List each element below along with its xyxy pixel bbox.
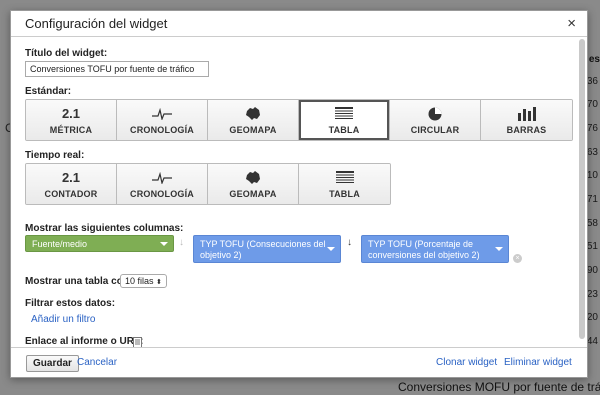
type-label: CRONOLOGÍA <box>130 124 194 135</box>
clone-widget-link[interactable]: Clonar widget <box>436 357 497 368</box>
rows-select-value: 10 filas <box>125 276 154 286</box>
map-icon <box>245 106 261 122</box>
dialog-footer: Guardar Cancelar Clonar widget Eliminar … <box>11 347 587 377</box>
type-button-realtime-timeline[interactable]: CRONOLOGÍA <box>117 164 208 204</box>
realtime-type-group: 2.1 CONTADOR CRONOLOGÍA GEOMAPA TABLA <box>25 163 391 205</box>
metric-icon: 2.1 <box>61 106 81 121</box>
timeline-icon <box>152 106 172 122</box>
type-button-table[interactable]: TABLA <box>299 100 390 140</box>
remove-column-icon[interactable]: × <box>513 254 522 263</box>
add-filter-link[interactable]: Añadir un filtro <box>31 314 95 325</box>
type-label: CRONOLOGÍA <box>130 188 194 199</box>
background-number: 20 <box>586 312 598 323</box>
chevron-down-icon <box>495 247 503 251</box>
metric-chip-1-label: TYP TOFU (Consecuciones del objetivo 2) <box>200 239 326 260</box>
type-label: MÉTRICA <box>49 124 93 135</box>
map-icon <box>245 170 261 186</box>
type-label: TABLA <box>329 188 360 199</box>
bar-chart-icon <box>517 106 536 122</box>
metric-chip-2[interactable]: TYP TOFU (Porcentaje de conversiones del… <box>361 235 509 263</box>
cancel-link[interactable]: Cancelar <box>77 357 117 368</box>
widget-title-input[interactable] <box>25 61 209 77</box>
type-label: CONTADOR <box>44 188 98 199</box>
type-button-pie[interactable]: CIRCULAR <box>390 100 481 140</box>
realtime-label: Tiempo real: <box>25 150 85 161</box>
sort-arrow-icon[interactable]: ↓ <box>347 237 352 248</box>
background-number: 71 <box>586 194 598 205</box>
close-button[interactable]: × <box>567 15 576 32</box>
dialog-header: Configuración del widget <box>11 11 587 37</box>
background-number-column: 36 70 76 63 10 71 58 51 90 23 20 44 <box>586 0 600 395</box>
link-url-label: Enlace al informe o URL: <box>25 336 144 347</box>
type-button-geomap[interactable]: GEOMAPA <box>208 100 299 140</box>
standard-type-group: 2.1 MÉTRICA CRONOLOGÍA GEOMAPA TABLA CIR… <box>25 99 573 141</box>
sort-arrow-icon[interactable]: ↓ <box>179 237 184 248</box>
chevron-down-icon <box>327 247 335 251</box>
type-button-metric[interactable]: 2.1 MÉTRICA <box>26 100 117 140</box>
report-picker-icon[interactable] <box>133 335 142 347</box>
background-number: 44 <box>586 336 598 347</box>
dialog-body: Título del widget: Estándar: 2.1 MÉTRICA… <box>11 38 577 347</box>
background-number: 90 <box>586 265 598 276</box>
type-button-timeline[interactable]: CRONOLOGÍA <box>117 100 208 140</box>
type-label: TABLA <box>328 124 360 135</box>
columns-label: Mostrar las siguientes columnas: <box>25 223 184 234</box>
type-label: CIRCULAR <box>410 124 460 135</box>
table-icon <box>335 170 354 186</box>
timeline-icon <box>152 170 172 186</box>
type-button-realtime-geomap[interactable]: GEOMAPA <box>208 164 299 204</box>
dialog-title: Configuración del widget <box>25 16 168 31</box>
chevron-down-icon <box>160 241 168 246</box>
metric-chip-2-label: TYP TOFU (Porcentaje de conversiones del… <box>368 239 480 260</box>
save-button[interactable]: Guardar <box>26 355 79 372</box>
table-rows-label: Mostrar una tabla con <box>25 276 129 287</box>
type-label: GEOMAPA <box>229 188 277 199</box>
background-number: 58 <box>586 218 598 229</box>
type-button-bars[interactable]: BARRAS <box>481 100 572 140</box>
background-number: 51 <box>586 241 598 252</box>
background-number: 36 <box>586 76 598 87</box>
background-widget-title: Conversiones MOFU por fuente de tráfico <box>398 380 600 394</box>
widget-settings-dialog: Configuración del widget × Título del wi… <box>10 10 588 378</box>
type-button-realtime-table[interactable]: TABLA <box>299 164 390 204</box>
table-icon <box>335 106 353 122</box>
type-label: BARRAS <box>506 124 547 135</box>
standard-label: Estándar: <box>25 86 72 97</box>
type-button-counter[interactable]: 2.1 CONTADOR <box>26 164 117 204</box>
background-number: 70 <box>586 99 598 110</box>
delete-widget-link[interactable]: Eliminar widget <box>504 357 572 368</box>
select-arrows-icon: ⬍ <box>156 279 162 286</box>
pie-chart-icon <box>428 106 442 122</box>
rows-select[interactable]: 10 filas ⬍ <box>120 274 167 288</box>
dimension-chip-label: Fuente/medio <box>32 239 88 249</box>
background-number: 63 <box>586 147 598 158</box>
metric-chip-1[interactable]: TYP TOFU (Consecuciones del objetivo 2) <box>193 235 341 263</box>
type-label: GEOMAPA <box>229 124 277 135</box>
counter-icon: 2.1 <box>61 170 81 185</box>
background-number: 23 <box>586 289 598 300</box>
filter-label: Filtrar estos datos: <box>25 298 116 309</box>
scrollbar[interactable] <box>579 39 585 339</box>
widget-title-label: Título del widget: <box>25 48 108 59</box>
background-number: 76 <box>586 123 598 134</box>
background-number: 10 <box>586 170 598 181</box>
dimension-chip[interactable]: Fuente/medio <box>25 235 174 252</box>
